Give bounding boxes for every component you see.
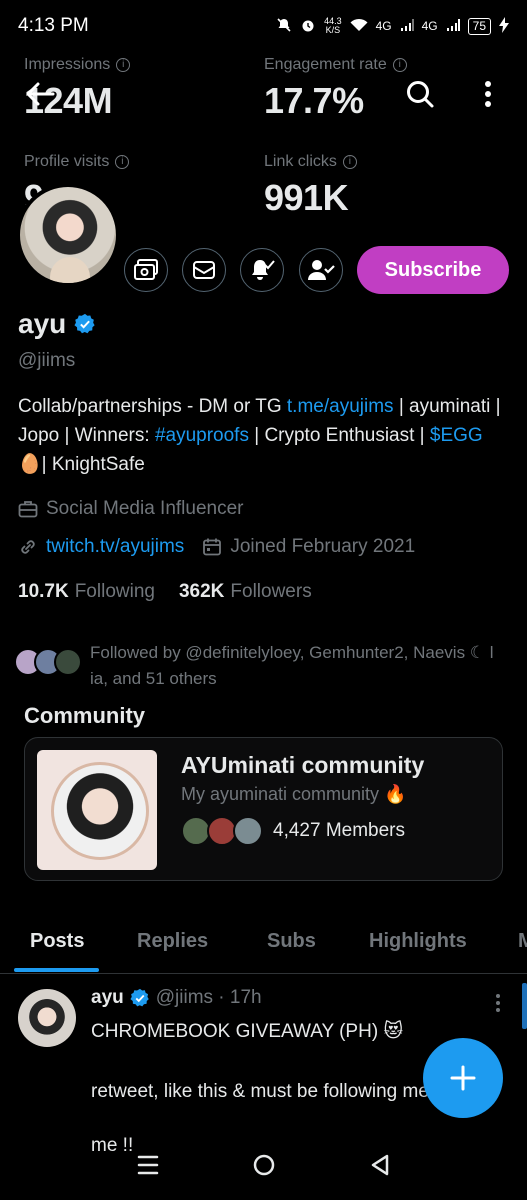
avatar: [54, 648, 82, 676]
info-icon[interactable]: i: [392, 58, 407, 72]
search-button[interactable]: [398, 72, 442, 116]
tab-subs[interactable]: Subs: [267, 930, 316, 953]
plus-icon: [450, 1065, 476, 1091]
net-speed: 44.3 K/S: [324, 16, 342, 35]
profile-website-joined: twitch.tv/ayujims Joined February 2021: [18, 536, 415, 558]
compose-post-button[interactable]: [423, 1038, 503, 1118]
post-more-button[interactable]: [490, 991, 506, 1015]
tab-replies[interactable]: Replies: [137, 930, 208, 953]
bell-check-icon: [252, 260, 275, 280]
cell-signal-icon: [400, 18, 414, 35]
post-author-name: ayu: [91, 987, 124, 1008]
active-tab-indicator: [14, 968, 99, 972]
home-button[interactable]: [252, 1153, 276, 1182]
charging-icon: [499, 16, 509, 36]
more-options-button[interactable]: [466, 72, 510, 116]
status-icons: 44.3 K/S 4G 4G 75: [276, 16, 509, 36]
profile-bio: Collab/partnerships - DM or TG t.me/ayuj…: [18, 396, 501, 475]
follower-avatars: [14, 640, 84, 680]
envelope-icon: [193, 261, 215, 279]
home-circle-icon: [254, 1154, 275, 1176]
community-description: My ayuminati community 🔥: [181, 784, 407, 804]
community-image: [37, 750, 157, 870]
member-count: 4,427 Members: [273, 820, 406, 841]
user-check-icon: [308, 260, 335, 280]
post-handle-time: @jiims · 17h: [155, 987, 262, 1008]
vertical-dots-icon: [496, 994, 500, 1012]
avatar: [233, 816, 263, 846]
link-icon: [21, 540, 35, 554]
back-button[interactable]: [18, 72, 62, 116]
profile-name-row: ayu: [18, 308, 96, 340]
bio-cashtag-link[interactable]: $EGG: [430, 425, 483, 446]
alarm-icon: [300, 17, 316, 36]
post-header: ayu @jiims · 17h: [91, 987, 262, 1009]
bio-link-telegram[interactable]: t.me/ayujims: [287, 396, 394, 417]
verified-badge-icon: [130, 988, 149, 1007]
profile-name: ayu: [18, 308, 67, 339]
profile-handle: @jiims: [18, 350, 76, 371]
signal-2: 4G: [421, 19, 438, 33]
info-icon[interactable]: i: [116, 58, 131, 72]
profile-category: Social Media Influencer: [18, 498, 244, 520]
status-bar: 4:13 PM 44.3 K/S 4G 4G 75: [0, 0, 527, 52]
link-clicks-value: 991K: [264, 177, 349, 218]
back-arrow-icon: [26, 82, 55, 106]
mute-icon: [276, 17, 292, 36]
scrollbar[interactable]: [522, 983, 527, 1029]
verified-badge-icon[interactable]: [74, 313, 96, 335]
follow-counts: 10.7K Following 362K Followers: [18, 581, 312, 603]
engagement-rate-value: 17.7%: [264, 80, 364, 121]
message-button[interactable]: [182, 248, 226, 292]
post-avatar[interactable]: [18, 989, 76, 1047]
profile-tabs: Posts Replies Subs Highlights M: [0, 910, 527, 974]
member-avatars: [181, 814, 265, 848]
money-icon: [134, 259, 158, 280]
system-navigation-bar: [0, 1135, 527, 1200]
info-icon[interactable]: i: [342, 155, 357, 169]
cell-signal-icon: [446, 18, 460, 35]
followed-by-text: Followed by @definitelyloey, Gemhunter2,…: [90, 643, 494, 688]
stat-engagement-rate: Engagement rate i 17.7%: [264, 56, 407, 122]
followed-by-row[interactable]: Followed by @definitelyloey, Gemhunter2,…: [14, 640, 514, 692]
battery-level: 75: [467, 17, 491, 35]
stat-link-clicks: Link clicks i 991K: [264, 153, 357, 219]
notifications-button[interactable]: [240, 248, 284, 292]
community-name: AYUminati community: [181, 752, 425, 778]
subscriptions-button[interactable]: [124, 248, 168, 292]
signal-1: 4G: [375, 19, 392, 33]
back-triangle-icon: [371, 1154, 389, 1176]
info-icon[interactable]: i: [115, 155, 130, 169]
tab-posts[interactable]: Posts: [30, 930, 84, 953]
recents-button[interactable]: [136, 1154, 160, 1181]
following-button[interactable]: [299, 248, 343, 292]
community-card[interactable]: AYUminati community My ayuminati communi…: [24, 737, 503, 881]
community-members: 4,427 Members: [181, 814, 405, 848]
profile-website-link[interactable]: twitch.tv/ayujims: [46, 536, 184, 558]
back-nav-button[interactable]: [369, 1153, 391, 1182]
joined-date: Joined February 2021: [230, 536, 416, 557]
search-icon: [407, 81, 434, 108]
status-time: 4:13 PM: [18, 15, 89, 36]
bio-hashtag-link[interactable]: #ayuproofs: [155, 425, 249, 446]
followers-link[interactable]: 362K Followers: [179, 581, 312, 603]
calendar-icon: [203, 538, 222, 556]
briefcase-icon: [18, 501, 38, 518]
tab-media[interactable]: M: [518, 930, 527, 953]
wifi-icon: [350, 18, 368, 35]
following-link[interactable]: 10.7K Following: [18, 581, 155, 603]
profile-avatar[interactable]: [16, 183, 120, 287]
vertical-dots-icon: [485, 81, 491, 107]
subscribe-button[interactable]: Subscribe: [357, 246, 509, 294]
menu-lines-icon: [137, 1155, 159, 1175]
community-section-title: Community: [24, 703, 145, 728]
tab-highlights[interactable]: Highlights: [369, 930, 467, 953]
